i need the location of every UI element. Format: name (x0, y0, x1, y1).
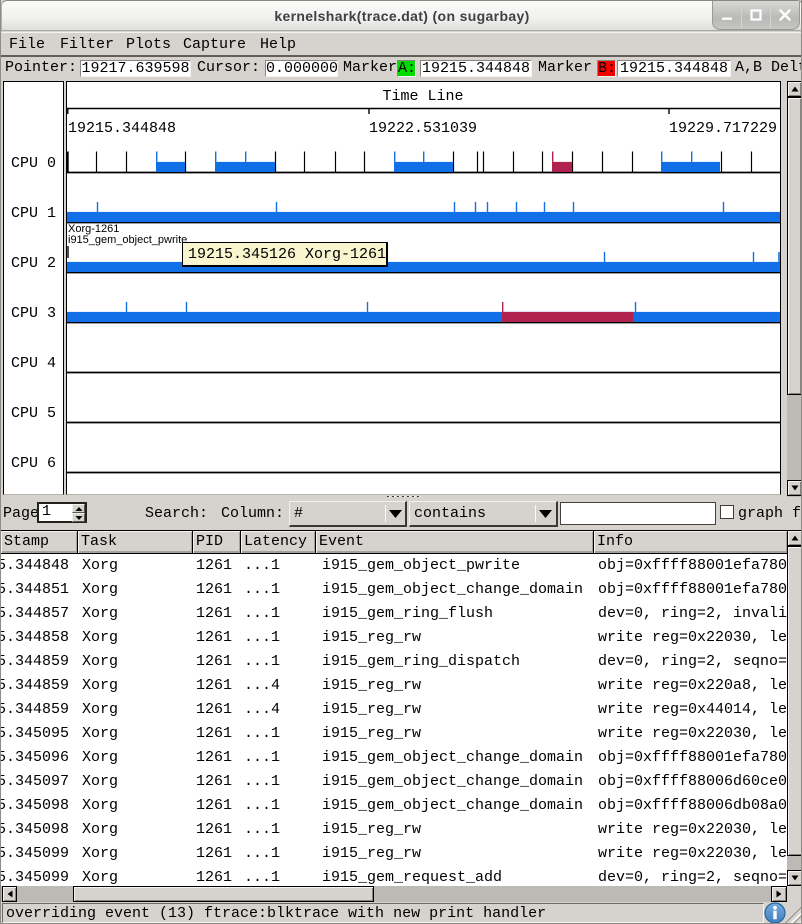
svg-text:Time Line: Time Line (382, 88, 463, 105)
svg-text:19229.717229: 19229.717229 (669, 120, 777, 137)
svg-text:19222.531039: 19222.531039 (369, 120, 477, 137)
svg-text:19215.344848: 19215.344848 (68, 120, 176, 137)
